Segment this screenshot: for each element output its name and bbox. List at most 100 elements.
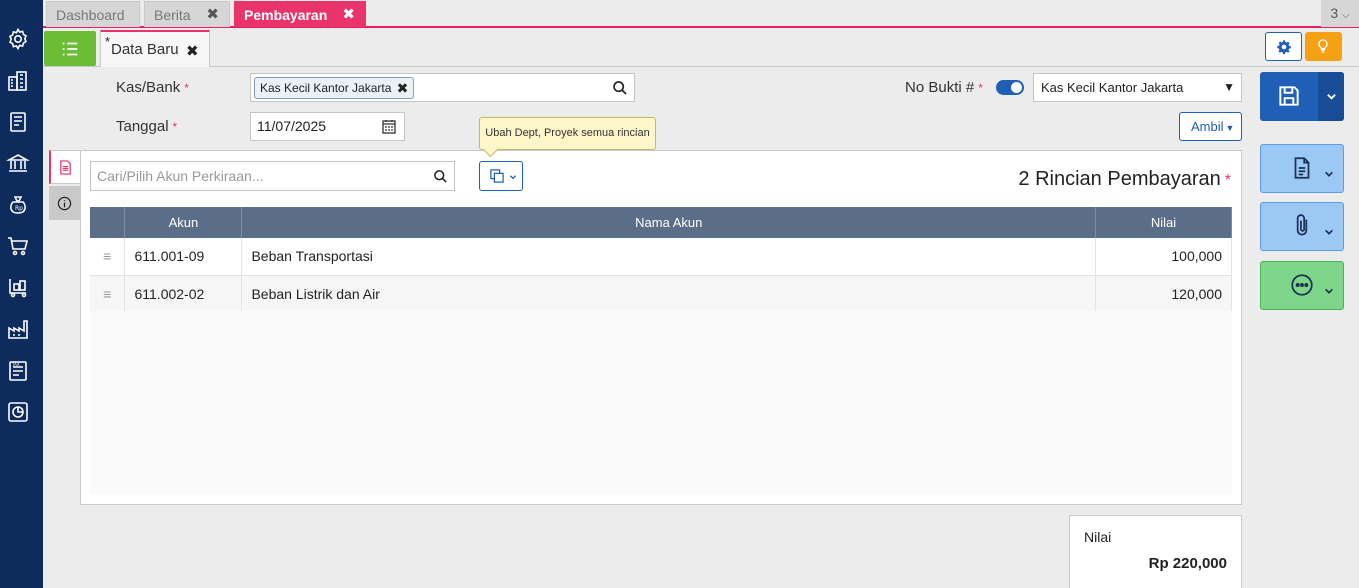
tab-label: Berita <box>154 7 191 23</box>
save-options-button[interactable] <box>1318 72 1344 121</box>
chart-report-icon[interactable] <box>6 400 30 424</box>
factory-icon[interactable] <box>6 317 30 341</box>
no-bukti-label: No Bukti # * <box>905 79 983 96</box>
tax-report-icon[interactable]: TAX <box>6 359 30 383</box>
table-row[interactable]: ≡ 611.002-02 Beban Listrik dan Air 120,0… <box>90 275 1232 313</box>
tanggal-label: Tanggal * <box>116 118 177 135</box>
save-button[interactable] <box>1260 72 1344 121</box>
required-marker: * <box>1224 172 1231 189</box>
gear-icon <box>1277 40 1291 55</box>
kas-bank-label: Kas/Bank * <box>116 79 189 96</box>
select-value: Kas Kecil Kantor Jakarta <box>1041 80 1184 95</box>
copy-icon <box>490 169 504 183</box>
save-icon <box>1279 86 1299 106</box>
info-icon <box>57 196 72 211</box>
list-view-button[interactable] <box>44 31 96 66</box>
close-icon[interactable]: ✖ <box>206 2 219 28</box>
drag-handle-icon[interactable]: ≡ <box>90 238 126 276</box>
close-icon[interactable]: ✖ <box>342 2 355 28</box>
money-bag-icon[interactable]: Rp <box>6 193 30 217</box>
chip-label: Kas Kecil Kantor Jakarta <box>260 81 392 95</box>
remove-icon[interactable]: ✖ <box>397 78 409 98</box>
document-menu-button[interactable] <box>1260 144 1344 193</box>
svg-text:Rp: Rp <box>15 205 23 212</box>
side-tab-details[interactable] <box>49 150 80 184</box>
tab-label: Dashboard <box>56 7 125 23</box>
more-actions-button[interactable] <box>1260 261 1344 310</box>
kas-bank-chip[interactable]: Kas Kecil Kantor Jakarta ✖ <box>254 77 415 99</box>
document-icon <box>60 160 71 175</box>
column-header-nama-akun[interactable]: Nama Akun <box>241 207 1097 238</box>
account-search-input[interactable]: Cari/Pilih Akun Perkiraan... <box>90 161 455 191</box>
gear-icon[interactable] <box>6 27 30 51</box>
detail-table: Akun Nama Akun Nilai ≡ 611.001-09 Beban … <box>90 207 1232 313</box>
table-empty-area <box>90 311 1232 494</box>
building-icon[interactable] <box>6 69 30 93</box>
table-header-row: Akun Nama Akun Nilai <box>90 207 1232 238</box>
chevron-down-icon <box>1325 288 1333 294</box>
search-placeholder: Cari/Pilih Akun Perkiraan... <box>97 168 264 184</box>
column-header-handle <box>90 207 126 238</box>
cell-nilai: 120,000 <box>1095 275 1232 313</box>
tab-dashboard[interactable]: Dashboard <box>46 1 140 27</box>
auto-number-toggle[interactable] <box>996 80 1024 95</box>
total-label: Nilai <box>1084 529 1112 545</box>
cart-icon[interactable] <box>6 234 30 258</box>
required-marker: * <box>172 120 178 134</box>
tab-count: 3 <box>1330 5 1339 21</box>
book-icon[interactable] <box>6 110 30 134</box>
chevron-down-icon <box>1327 94 1336 100</box>
detail-title: 2 Rincian Pembayaran * <box>1018 168 1231 191</box>
tab-count-dropdown[interactable]: 3 ⌵ <box>1321 0 1359 27</box>
required-marker: * <box>978 81 983 95</box>
modified-marker: * <box>105 34 111 49</box>
tooltip: Ubah Dept, Proyek semua rincian <box>479 117 656 150</box>
trolley-icon[interactable] <box>6 276 30 300</box>
table-row[interactable]: ≡ 611.001-09 Beban Transportasi 100,000 <box>90 238 1232 276</box>
paperclip-icon <box>1296 214 1308 236</box>
tab-label: Data Baru <box>111 41 179 58</box>
title-text: 2 Rincian Pembayaran <box>1018 168 1221 190</box>
tab-pembayaran[interactable]: Pembayaran ✖ <box>234 1 366 27</box>
chevron-down-icon <box>509 175 517 180</box>
close-icon[interactable]: ✖ <box>186 42 199 60</box>
tab-data-baru[interactable]: * Data Baru ✖ <box>100 30 210 67</box>
settings-button[interactable] <box>1265 32 1302 61</box>
tab-berita[interactable]: Berita ✖ <box>144 1 230 27</box>
tips-button[interactable] <box>1305 32 1342 61</box>
search-icon[interactable] <box>612 80 628 96</box>
top-tab-bar: Dashboard Berita ✖ Pembayaran ✖ 3 ⌵ <box>43 0 1359 28</box>
chevron-down-icon: ▼ <box>1223 80 1235 94</box>
bank-icon[interactable] <box>6 151 30 175</box>
label-text: No Bukti # <box>905 79 975 96</box>
attachment-button[interactable] <box>1260 202 1344 251</box>
side-tab-info[interactable] <box>49 186 80 220</box>
cell-akun: 611.001-09 <box>124 238 243 276</box>
left-nav: Rp TAX <box>0 0 43 588</box>
label-text: Kas/Bank <box>116 79 181 96</box>
list-icon <box>62 42 78 56</box>
cell-akun: 611.002-02 <box>124 275 243 313</box>
document-icon <box>1294 157 1310 179</box>
column-header-akun[interactable]: Akun <box>124 207 243 238</box>
change-dept-project-button[interactable] <box>479 161 523 191</box>
ambil-button[interactable]: Ambil ▼ <box>1179 112 1242 141</box>
total-box: Nilai Rp 220,000 <box>1069 515 1242 588</box>
caret-down-icon: ▼ <box>1225 123 1235 133</box>
detail-panel: Cari/Pilih Akun Perkiraan... 2 Rincian P… <box>80 150 1242 505</box>
date-value: 11/07/2025 <box>257 118 327 134</box>
search-icon[interactable] <box>433 169 448 184</box>
tanggal-date-input[interactable]: 11/07/2025 <box>250 112 405 141</box>
column-header-nilai[interactable]: Nilai <box>1095 207 1232 238</box>
svg-text:TAX: TAX <box>11 362 20 367</box>
cell-nama-akun: Beban Transportasi <box>241 238 1097 276</box>
drag-handle-icon[interactable]: ≡ <box>90 275 126 313</box>
kas-bank-field[interactable]: Kas Kecil Kantor Jakarta ✖ <box>250 73 635 102</box>
calendar-icon[interactable] <box>382 119 396 134</box>
cell-nilai: 100,000 <box>1095 238 1232 276</box>
cell-nama-akun: Beban Listrik dan Air <box>241 275 1097 313</box>
document-tab-bar: * Data Baru ✖ <box>43 30 1359 67</box>
no-bukti-select[interactable]: Kas Kecil Kantor Jakarta ▼ <box>1033 73 1242 102</box>
chevron-down-icon <box>1325 171 1333 177</box>
tab-label: Pembayaran <box>244 7 328 23</box>
